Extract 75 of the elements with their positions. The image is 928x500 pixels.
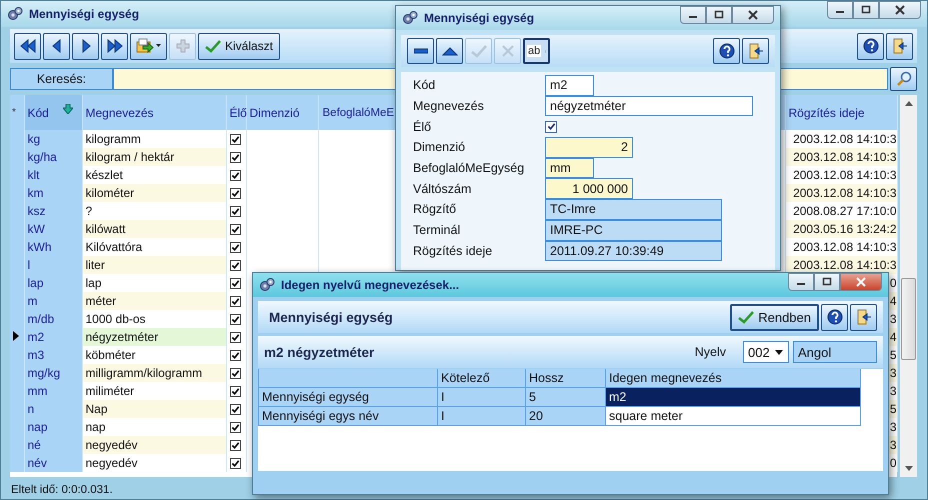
table-cell: 2003.05.16 13:24:2 [785,220,897,238]
column-header: Hossz [526,369,606,388]
table-cell: 2003.12.08 14:10:3 [785,148,897,166]
field-label: Rögzítés ideje [413,244,494,258]
language-field: Angol [793,341,877,363]
table-cell: 5 [526,388,606,406]
table-cell: kW [24,220,82,238]
input-field: 2011.09.27 10:39:49 [545,240,722,262]
field-label: Terminál [413,223,462,238]
table-cell: mm [24,382,82,400]
table-cell: név [24,454,82,472]
search-label: Keresés: [10,68,113,90]
table-cell: Mennyiségi egység [258,388,438,406]
table-cell: méter [82,292,226,310]
table-cell: ksz [24,202,82,220]
field-label: Élő [413,120,432,134]
table-cell: köbméter [82,346,226,364]
elapsed-time-text: Eltelt idő: 0:0:0.031. [11,484,113,496]
table-cell: Nap [82,400,226,418]
table-cell: kWh [24,238,82,256]
record-title: m2 négyzetméter [264,344,374,360]
input-field: IMRE-PC [545,220,722,240]
window-title: Mennyiségi egység [424,11,534,25]
table-cell: Kilóvattóra [82,238,226,256]
table-cell: 2003.12.08 14:10:3 [785,166,897,184]
field-label: Rögzítő [413,202,458,216]
table-cell: készlet [82,166,226,184]
input-field: TC-Imre [545,199,722,220]
field-label: BefoglalóMeEgység [413,161,526,176]
table-cell: km [24,184,82,202]
table-cell: mg/kg [24,364,82,382]
table-cell: 20 [526,406,606,426]
table-cell: nap [24,418,82,436]
field-label: Dimenzió [413,140,466,154]
table-cell: né [24,436,82,454]
table-cell: kilogramm [82,130,226,148]
table-cell: klt [24,166,82,184]
table-cell: nap [82,418,226,436]
table-cell: Mennyiségi egys név [258,406,438,426]
column-header: Kötelező [438,369,526,388]
field-label: Nyelv [694,345,726,359]
table-cell: ? [82,202,226,220]
table-cell: miliméter [82,382,226,400]
field-label: Kód [413,78,436,92]
column-header: Idegen megnevezés [606,369,860,388]
table-cell: lap [24,274,82,292]
table-cell: lap [82,274,226,292]
table-cell: négyzetméter [82,328,226,346]
table-cell: m3 [24,346,82,364]
table-cell: 2003.12.08 14:10:3 [785,184,897,202]
table-cell: kilówatt [82,220,226,238]
table-cell: m2 [24,328,82,346]
table-cell: I [438,406,526,426]
table-cell: m/db [24,310,82,328]
table-cell: kg [24,130,82,148]
table-cell: kg/ha [24,148,82,166]
table-cell: milligramm/kilogramm [82,364,226,382]
table-cell: l [24,256,82,274]
table-cell: liter [82,256,226,274]
table-cell: negyedév [82,436,226,454]
table-cell: 1000 db-os [82,310,226,328]
table-cell: n [24,400,82,418]
field-label: Megnevezés [413,99,485,114]
table-cell: kilométer [82,184,226,202]
window-title: Mennyiségi egység [29,7,140,21]
window-title: Idegen nyelvű megnevezések... [281,278,460,292]
table-cell: m [24,292,82,310]
section-heading: Mennyiségi egység [269,310,393,324]
table-cell: 2003.12.08 14:10:3 [785,130,897,148]
table-cell: 2003.12.08 14:10:3 [785,238,897,256]
table-cell: negyedév [82,454,226,472]
table-cell: I [438,388,526,406]
table-cell: 2008.08.27 17:10:0 [785,202,897,220]
field-label: Váltószám [413,182,472,196]
table-cell: kilogram / hektár [82,148,226,166]
